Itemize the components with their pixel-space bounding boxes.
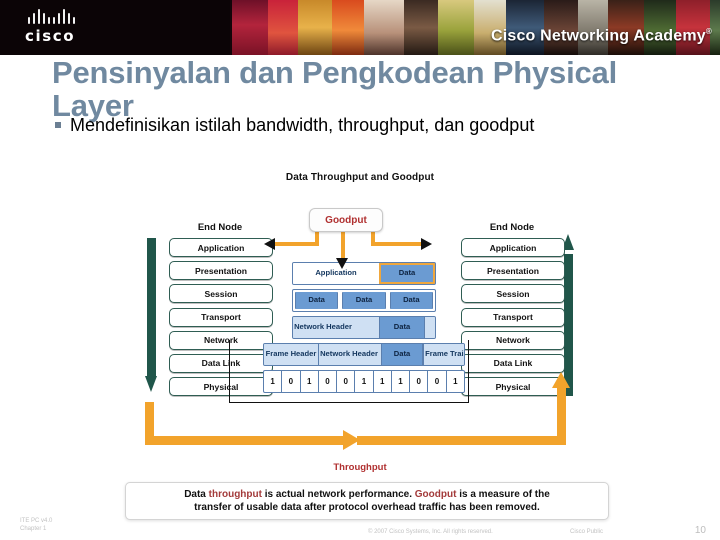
- footer-course-info: ITE PC v4.0 Chapter 1: [20, 517, 52, 533]
- throughput-goodput-diagram: Data Throughput and Goodput End Node End…: [145, 172, 575, 487]
- layer-network: Network: [461, 330, 565, 350]
- cell-data-segment: Data: [342, 292, 386, 309]
- cell-network-header: Network Header: [293, 317, 353, 338]
- footer-copyright: © 2007 Cisco Systems, Inc. All rights re…: [368, 529, 493, 535]
- goodput-arrowhead-down: [336, 258, 348, 269]
- header-banner: cisco Cisco Networking Academy®: [0, 0, 720, 55]
- cell-data-segment: Data: [295, 292, 339, 309]
- layer-physical: Physical: [461, 377, 565, 397]
- diagram-title: Data Throughput and Goodput: [285, 172, 435, 183]
- cisco-wordmark: cisco: [25, 27, 76, 45]
- slide-footer: ITE PC v4.0 Chapter 1 © 2007 Cisco Syste…: [0, 510, 720, 540]
- goodput-arrowhead-right: [421, 238, 432, 250]
- layer-transport: Transport: [461, 307, 565, 327]
- caption-text-2: is actual network performance.: [261, 489, 415, 500]
- encapsulation-row-segments: Data Data Data: [292, 289, 436, 312]
- encapsulation-row-application: Application Data: [292, 262, 436, 285]
- bullet-list: Mendefinisikan istilah bandwidth, throug…: [55, 112, 675, 139]
- downward-flow-arrow: [145, 238, 158, 394]
- throughput-arrowhead: [343, 430, 360, 450]
- cisco-logo: cisco: [25, 9, 155, 47]
- networking-academy-title: Cisco Networking Academy®: [491, 27, 712, 45]
- encapsulation-enclosure: [229, 340, 469, 403]
- layer-application: Application: [461, 238, 565, 257]
- layer-session: Session: [461, 284, 565, 304]
- osi-stack-right: Application Presentation Session Transpo…: [461, 238, 565, 400]
- footer-page-number: 10: [694, 525, 706, 536]
- end-node-label-left: End Node: [197, 222, 243, 233]
- cell-data-highlighted: Data: [379, 263, 435, 284]
- caption-text-1: Data: [184, 489, 209, 500]
- trademark-symbol: ®: [705, 27, 712, 36]
- list-item: Mendefinisikan istilah bandwidth, throug…: [55, 112, 675, 139]
- throughput-bottom-right: [357, 436, 566, 445]
- layer-presentation: Presentation: [461, 261, 565, 281]
- caption-text-3: is a measure of the: [456, 489, 550, 500]
- bullet-square-icon: [55, 122, 61, 128]
- layer-data-link: Data Link: [461, 353, 565, 373]
- layer-application: Application: [169, 238, 273, 257]
- cisco-logo-bars: [28, 9, 155, 24]
- goodput-line-to-right-app: [397, 242, 421, 246]
- footer-course: ITE PC v4.0: [20, 518, 53, 524]
- bullet-text: Mendefinisikan istilah bandwidth, throug…: [70, 115, 535, 135]
- caption-highlight-goodput: Goodput: [414, 489, 457, 500]
- cell-data: Data: [379, 317, 425, 338]
- goodput-connector-left-bar: [290, 242, 319, 246]
- cell-data-segment: Data: [389, 292, 433, 309]
- throughput-label: Throughput: [333, 462, 387, 473]
- footer-chapter: Chapter 1: [20, 526, 47, 532]
- networking-academy-label: Cisco Networking Academy: [490, 27, 706, 45]
- cell-spacer: [353, 317, 379, 338]
- footer-classification: Cisco Public: [570, 529, 604, 535]
- goodput-callout: Goodput: [309, 208, 383, 232]
- goodput-connector-down: [341, 230, 345, 260]
- layer-session: Session: [169, 284, 273, 304]
- end-node-label-right: End Node: [489, 222, 535, 233]
- goodput-arrowhead-left: [264, 238, 275, 250]
- cell-spacer: [425, 317, 435, 338]
- throughput-right-riser: [557, 386, 566, 444]
- encapsulation-row-packet: Network Header Data: [292, 316, 436, 339]
- layer-presentation: Presentation: [169, 261, 273, 281]
- caption-highlight-throughput: throughput: [208, 489, 262, 500]
- layer-transport: Transport: [169, 307, 273, 327]
- throughput-bottom-left: [145, 436, 345, 445]
- throughput-arrowhead-up: [552, 372, 570, 388]
- goodput-line-to-left-app: [273, 242, 293, 246]
